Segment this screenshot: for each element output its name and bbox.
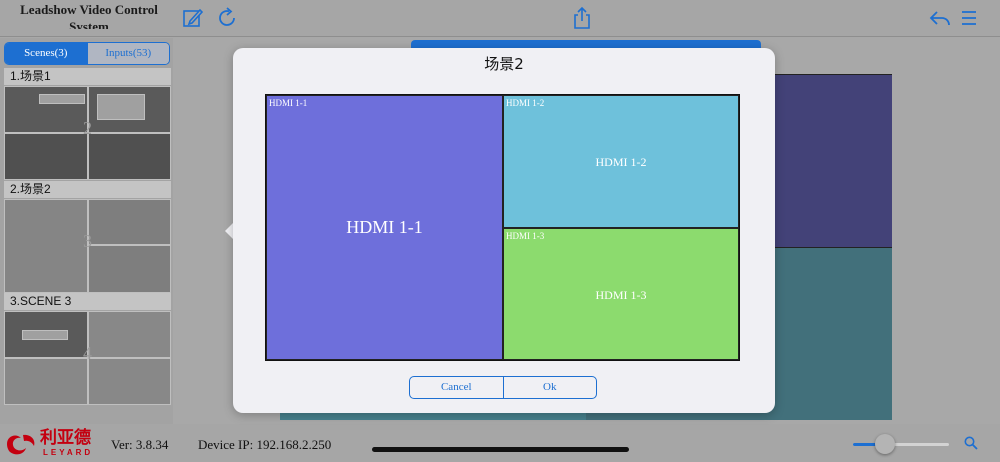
scene-thumbnail[interactable]: 2 <box>4 86 171 180</box>
inputs-tab[interactable]: Inputs(53) <box>86 43 169 64</box>
scenes-tab[interactable]: Scenes(3) <box>5 43 87 64</box>
scene-label[interactable]: 1.场景1 <box>4 68 171 85</box>
home-indicator[interactable] <box>372 447 629 452</box>
scene-layout-preview: HDMI 1-1 HDMI 1-1 HDMI 1-2 HDMI 1-2 HDMI… <box>265 94 740 361</box>
menu-icon[interactable] <box>957 6 981 30</box>
scene-label[interactable]: 2.场景2 <box>4 181 171 198</box>
window-caption: HDMI 1-3 <box>506 231 545 241</box>
scene-preview-dialog: 场景2 HDMI 1-1 HDMI 1-1 HDMI 1-2 HDMI 1-2 … <box>233 48 775 413</box>
source-window-hdmi-1-2[interactable]: HDMI 1-2 HDMI 1-2 <box>503 95 739 228</box>
brand-name-cn: 利亚德 <box>40 428 91 448</box>
scene-panel: Scenes(3) Inputs(53) 1.场景1 2 2.场景2 3 3.S… <box>0 38 173 424</box>
scene-number: 2 <box>83 118 92 138</box>
ok-button[interactable]: Ok <box>502 377 597 398</box>
scene-number: 3 <box>83 231 92 251</box>
window-source-label: HDMI 1-3 <box>595 288 647 302</box>
canvas-window-bottom-left[interactable] <box>280 412 586 420</box>
refresh-icon[interactable] <box>215 6 239 30</box>
dialog-button-group: Cancel Ok <box>409 376 597 399</box>
source-window-hdmi-1-1[interactable]: HDMI 1-1 HDMI 1-1 <box>266 95 503 360</box>
leyard-logo-icon <box>3 431 39 457</box>
top-toolbar: Leadshow Video Control System <box>0 0 1000 37</box>
panel-segment-control: Scenes(3) Inputs(53) <box>4 42 170 65</box>
window-source-label: HDMI 1-1 <box>346 217 423 237</box>
scene-label[interactable]: 3.SCENE 3 <box>4 293 171 310</box>
window-source-label: HDMI 1-2 <box>595 155 647 169</box>
window-caption: HDMI 1-1 <box>269 98 308 108</box>
share-icon[interactable] <box>570 6 594 30</box>
device-ip-label: Device IP: 192.168.2.250 <box>198 437 332 452</box>
scene-number: 4 <box>83 343 92 363</box>
search-icon[interactable] <box>964 436 978 450</box>
app-title: Leadshow Video Control System <box>20 2 158 29</box>
brand-name-en: LEYARD <box>43 448 94 457</box>
zoom-slider[interactable] <box>853 434 949 454</box>
edit-icon[interactable] <box>181 6 205 30</box>
cancel-button[interactable]: Cancel <box>410 377 503 398</box>
window-caption: HDMI 1-2 <box>506 98 545 108</box>
reply-icon[interactable] <box>928 6 952 30</box>
scene-thumbnail[interactable]: 4 <box>4 311 171 405</box>
scene-thumbnail[interactable]: 3 <box>4 199 171 293</box>
dialog-title: 场景2 <box>484 55 524 73</box>
source-window-hdmi-1-3[interactable]: HDMI 1-3 HDMI 1-3 <box>503 228 739 360</box>
version-label: Ver: 3.8.34 <box>111 437 169 452</box>
zoom-slider-thumb[interactable] <box>874 434 895 454</box>
